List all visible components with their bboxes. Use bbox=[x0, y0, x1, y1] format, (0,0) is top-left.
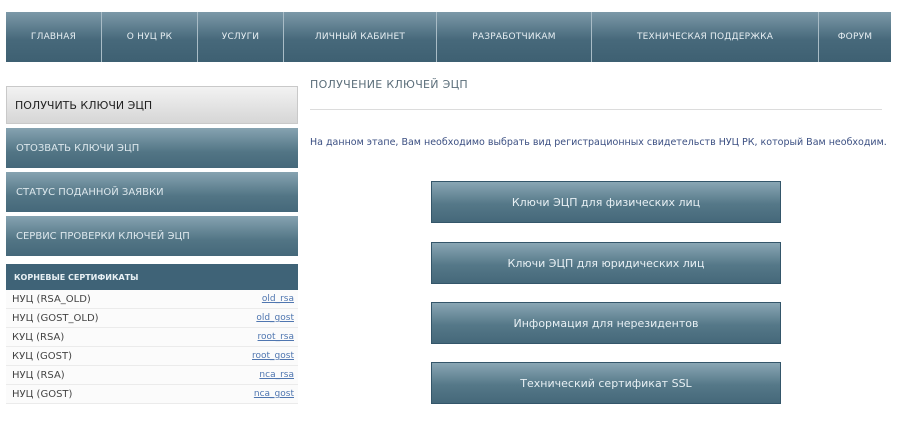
page-description: На данном этапе, Вам необходимо выбрать … bbox=[310, 137, 887, 148]
sidebar-item-request-status[interactable]: СТАТУС ПОДАННОЙ ЗАЯВКИ bbox=[6, 172, 298, 212]
sidebar-item-get-keys[interactable]: ПОЛУЧИТЬ КЛЮЧИ ЭЦП bbox=[6, 86, 298, 124]
nav-forum[interactable]: ФОРУМ bbox=[819, 12, 891, 62]
cert-name: НУЦ (RSA) bbox=[12, 369, 65, 381]
cert-download-link[interactable]: root_rsa bbox=[258, 332, 294, 342]
cert-name: КУЦ (RSA) bbox=[12, 331, 65, 343]
cert-download-link[interactable]: root_gost bbox=[252, 351, 294, 361]
legal-entity-keys-button[interactable]: Ключи ЭЦП для юридических лиц bbox=[431, 242, 781, 284]
ssl-certificate-button[interactable]: Технический сертификат SSL bbox=[431, 362, 781, 404]
nav-home[interactable]: ГЛАВНАЯ bbox=[6, 12, 102, 62]
sidebar-item-revoke-keys[interactable]: ОТОЗВАТЬ КЛЮЧИ ЭЦП bbox=[6, 128, 298, 168]
cert-row: НУЦ (RSA) nca_rsa bbox=[6, 366, 298, 385]
cert-row: НУЦ (RSA_OLD) old_rsa bbox=[6, 290, 298, 309]
nav-services[interactable]: УСЛУГИ bbox=[198, 12, 284, 62]
cert-row: КУЦ (GOST) root_gost bbox=[6, 347, 298, 366]
root-certificates-header: КОРНЕВЫЕ СЕРТИФИКАТЫ bbox=[6, 264, 298, 290]
nav-developers[interactable]: РАЗРАБОТЧИКАМ bbox=[437, 12, 592, 62]
individual-keys-button[interactable]: Ключи ЭЦП для физических лиц bbox=[431, 181, 781, 223]
cert-download-link[interactable]: nca_rsa bbox=[259, 370, 294, 380]
cert-row: НУЦ (GOST_OLD) old_gost bbox=[6, 309, 298, 328]
sidebar-item-key-check-service[interactable]: СЕРВИС ПРОВЕРКИ КЛЮЧЕЙ ЭЦП bbox=[6, 216, 298, 256]
nav-tech-support[interactable]: ТЕХНИЧЕСКАЯ ПОДДЕРЖКА bbox=[592, 12, 819, 62]
top-navigation: ГЛАВНАЯ О НУЦ РК УСЛУГИ ЛИЧНЫЙ КАБИНЕТ Р… bbox=[6, 12, 891, 62]
cert-row: КУЦ (RSA) root_rsa bbox=[6, 328, 298, 347]
nav-about[interactable]: О НУЦ РК bbox=[102, 12, 198, 62]
main-content: ПОЛУЧЕНИЕ КЛЮЧЕЙ ЭЦП На данном этапе, Ва… bbox=[310, 70, 895, 404]
cert-name: НУЦ (GOST) bbox=[12, 388, 73, 400]
cert-name: КУЦ (GOST) bbox=[12, 350, 73, 362]
cert-name: НУЦ (GOST_OLD) bbox=[12, 312, 99, 324]
sidebar: ПОЛУЧИТЬ КЛЮЧИ ЭЦП ОТОЗВАТЬ КЛЮЧИ ЭЦП СТ… bbox=[6, 86, 298, 404]
non-resident-info-button[interactable]: Информация для нерезидентов bbox=[431, 302, 781, 344]
page-title: ПОЛУЧЕНИЕ КЛЮЧЕЙ ЭЦП bbox=[310, 78, 882, 110]
nav-personal-cabinet[interactable]: ЛИЧНЫЙ КАБИНЕТ bbox=[284, 12, 437, 62]
cert-download-link[interactable]: old_rsa bbox=[262, 294, 294, 304]
cert-row: НУЦ (GOST) nca_gost bbox=[6, 385, 298, 404]
cert-download-link[interactable]: nca_gost bbox=[254, 389, 294, 399]
cert-download-link[interactable]: old_gost bbox=[256, 313, 294, 323]
cert-name: НУЦ (RSA_OLD) bbox=[12, 293, 91, 305]
